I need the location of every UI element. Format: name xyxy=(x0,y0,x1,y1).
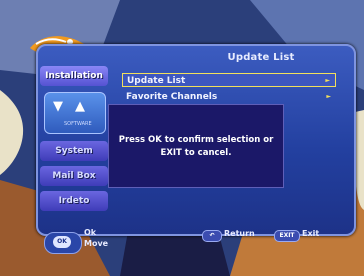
sidebar-item-installation[interactable]: Installation xyxy=(40,66,108,86)
sidebar-item-mail-box[interactable]: Mail Box xyxy=(40,166,108,186)
exit-hint-label: Exit xyxy=(302,229,320,238)
sidebar-item-irdeto[interactable]: Irdeto xyxy=(40,191,108,211)
chevron-right-icon: ► xyxy=(325,77,330,84)
software-update-icon[interactable]: ▼ ▲ xyxy=(44,92,106,134)
menu-item-label: Update List xyxy=(127,76,186,86)
dialog-message-line1: Press OK to confirm selection or xyxy=(118,135,274,145)
menu-item-label: Favorite Channels xyxy=(126,92,218,102)
return-button[interactable]: ↶ xyxy=(202,230,222,242)
confirm-dialog: Press OK to confirm selection or EXIT to… xyxy=(108,104,284,188)
return-hint-label: Return xyxy=(224,229,255,238)
download-arrow-icon: ▼ xyxy=(53,99,63,114)
menu-item-favorite-channels[interactable]: Favorite Channels ► xyxy=(122,90,336,104)
ok-button-icon: OK xyxy=(53,236,71,248)
upload-arrow-icon: ▲ xyxy=(75,99,85,114)
menu-item-update-list[interactable]: Update List ► xyxy=(122,73,336,87)
ok-hint-label: Ok xyxy=(84,228,97,237)
chevron-right-icon: ► xyxy=(326,93,331,100)
exit-button[interactable]: EXIT xyxy=(274,230,300,242)
move-hint-label: Move xyxy=(84,239,109,248)
software-icon-caption: SOFTWARE xyxy=(64,121,92,127)
panel-title: Update List xyxy=(227,52,295,63)
sidebar-item-system[interactable]: System xyxy=(40,141,108,161)
dialog-message-line2: EXIT to cancel. xyxy=(160,148,232,158)
